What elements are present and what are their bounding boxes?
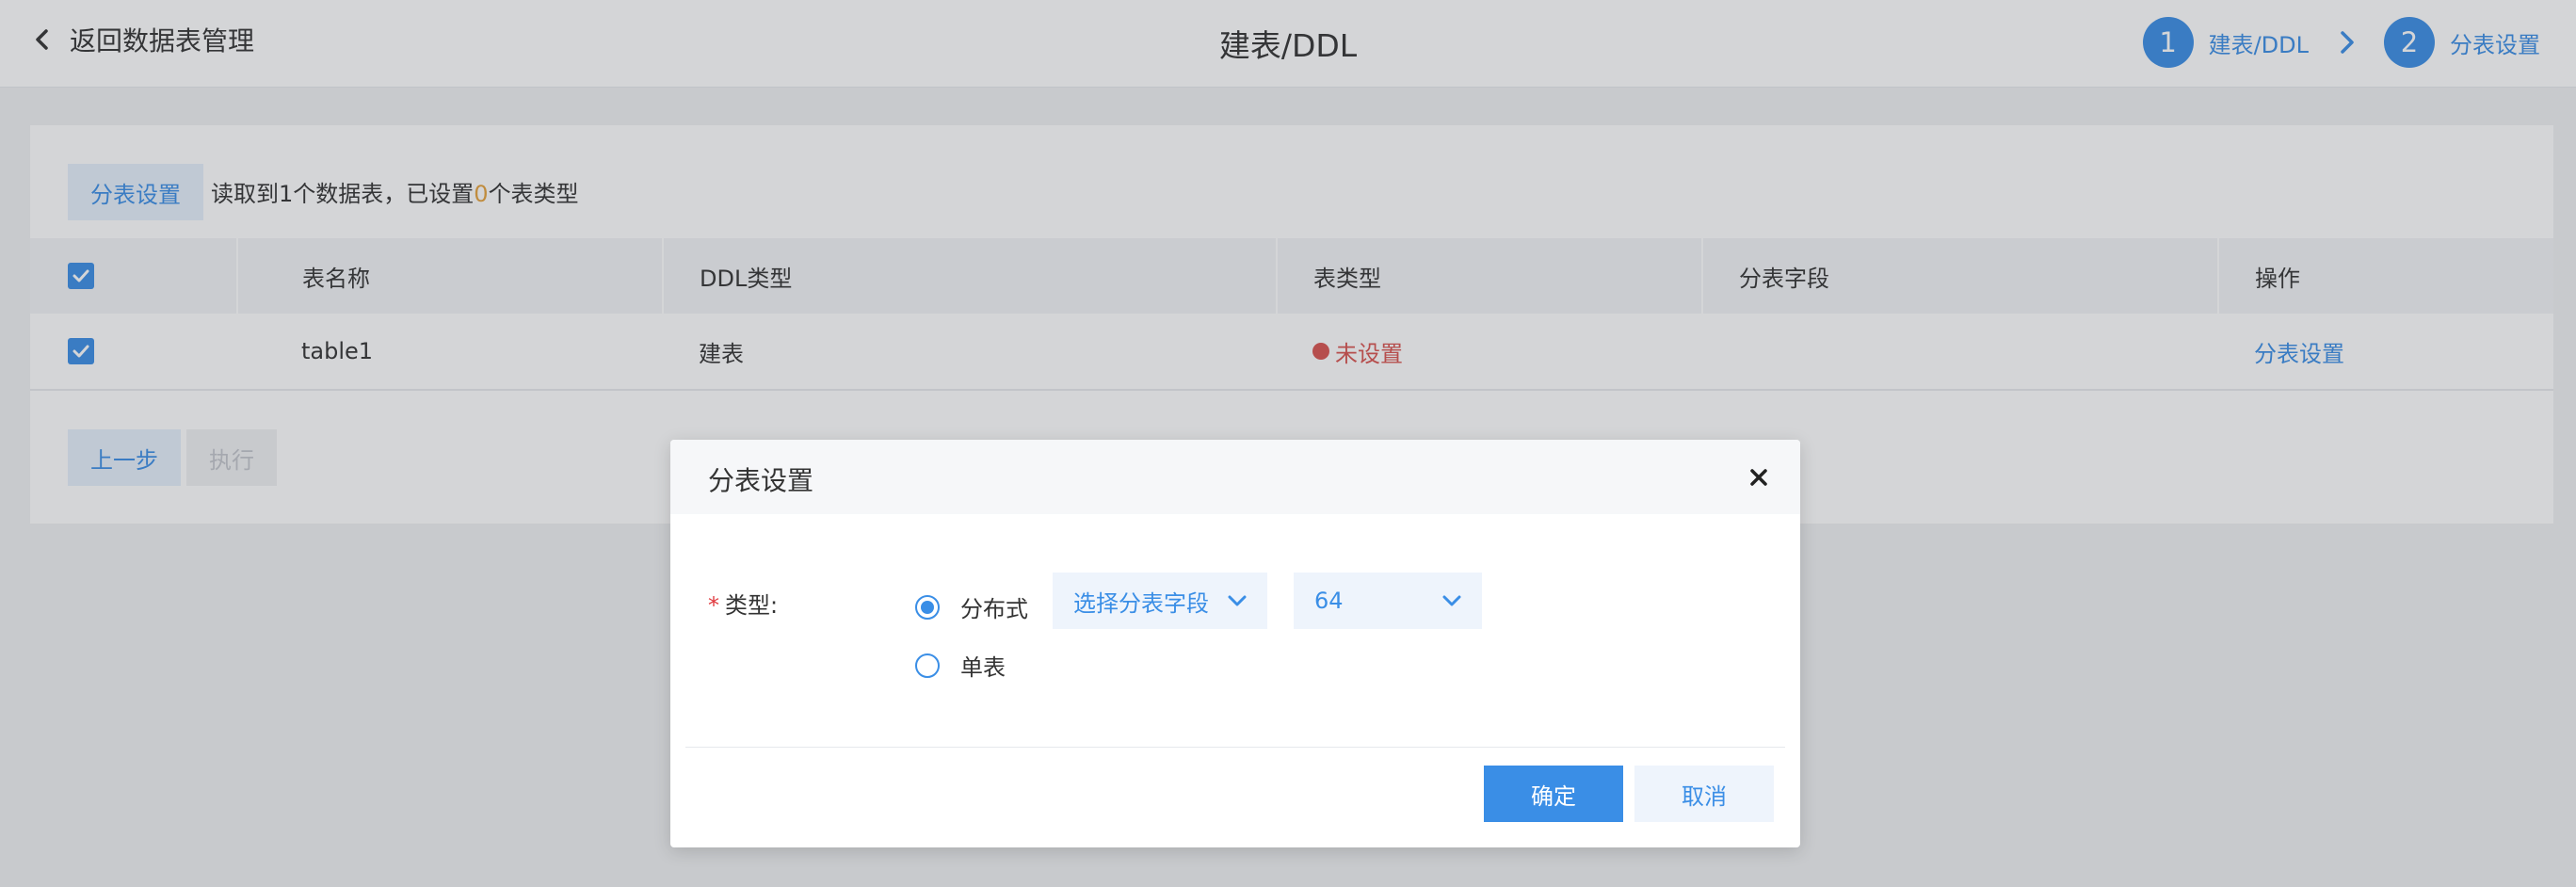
radio-distributed[interactable]: 分布式 (915, 590, 1028, 623)
shard-count-select-value: 64 (1314, 588, 1344, 614)
required-mark: * (708, 592, 719, 619)
radio-single-table[interactable]: 单表 (915, 649, 1006, 682)
radio-label: 单表 (960, 654, 1006, 681)
dialog-divider (685, 747, 1785, 748)
radio-button (915, 653, 940, 678)
radio-button (915, 594, 940, 620)
cancel-button[interactable]: 取消 (1634, 766, 1774, 822)
shard-field-select-value: 选择分表字段 (1073, 589, 1209, 617)
close-icon[interactable] (1746, 464, 1772, 491)
type-field-label: * 类型: (708, 587, 778, 620)
dialog-title: 分表设置 (708, 465, 814, 496)
shard-settings-dialog: 分表设置 * 类型: 分布式 单表 选择分表字段 64 确定 取消 (670, 440, 1800, 847)
shard-field-select[interactable]: 选择分表字段 (1053, 573, 1267, 629)
confirm-button[interactable]: 确定 (1484, 766, 1623, 822)
dialog-header: 分表设置 (670, 440, 1800, 514)
radio-label: 分布式 (960, 596, 1028, 622)
chevron-down-icon (1442, 595, 1461, 606)
chevron-down-icon (1228, 595, 1247, 606)
type-label-text: 类型: (725, 592, 779, 619)
shard-count-select[interactable]: 64 (1294, 573, 1482, 629)
